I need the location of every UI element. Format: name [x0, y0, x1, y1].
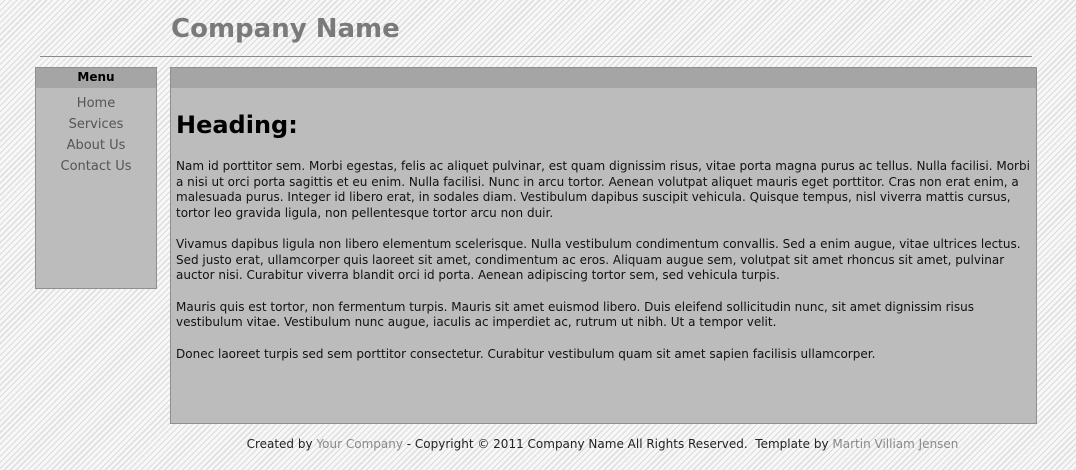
footer: Created by Your Company - Copyright © 20… — [170, 437, 1035, 451]
footer-copyright-text: - Copyright © 2011 Company Name All Righ… — [402, 437, 833, 451]
site-title: Company Name — [171, 14, 400, 44]
footer-your-company-link[interactable]: Your Company — [316, 437, 403, 451]
content-heading: Heading: — [176, 111, 298, 139]
header-divider — [40, 56, 1032, 57]
footer-created-by-label: Created by — [246, 437, 313, 451]
menu-item-services[interactable]: Services — [36, 114, 156, 135]
menu-item-home[interactable]: Home — [36, 93, 156, 114]
content-body: Heading: Nam id porttitor sem. Morbi ege… — [171, 110, 1036, 362]
sidebar-menu-title: Menu — [36, 68, 156, 88]
menu-item-about-us[interactable]: About Us — [36, 135, 156, 156]
content-paragraph-2: Vivamus dapibus ligula non libero elemen… — [176, 237, 1021, 282]
menu-item-contact-us[interactable]: Contact Us — [36, 156, 156, 177]
content-paragraph-4: Donec laoreet turpis sed sem porttitor c… — [176, 346, 876, 361]
content-paragraph-3: Mauris quis est tortor, non fermentum tu… — [176, 299, 974, 330]
main-content: Heading: Nam id porttitor sem. Morbi ege… — [170, 67, 1037, 424]
content-paragraph-1: Nam id porttitor sem. Morbi egestas, fel… — [176, 159, 1030, 220]
content-header-bar — [171, 68, 1036, 88]
menu-list: Home Services About Us Contact Us — [36, 88, 156, 177]
footer-template-author-link[interactable]: Martin Villiam Jensen — [832, 437, 958, 451]
sidebar-menu: Menu Home Services About Us Contact Us — [35, 67, 157, 289]
